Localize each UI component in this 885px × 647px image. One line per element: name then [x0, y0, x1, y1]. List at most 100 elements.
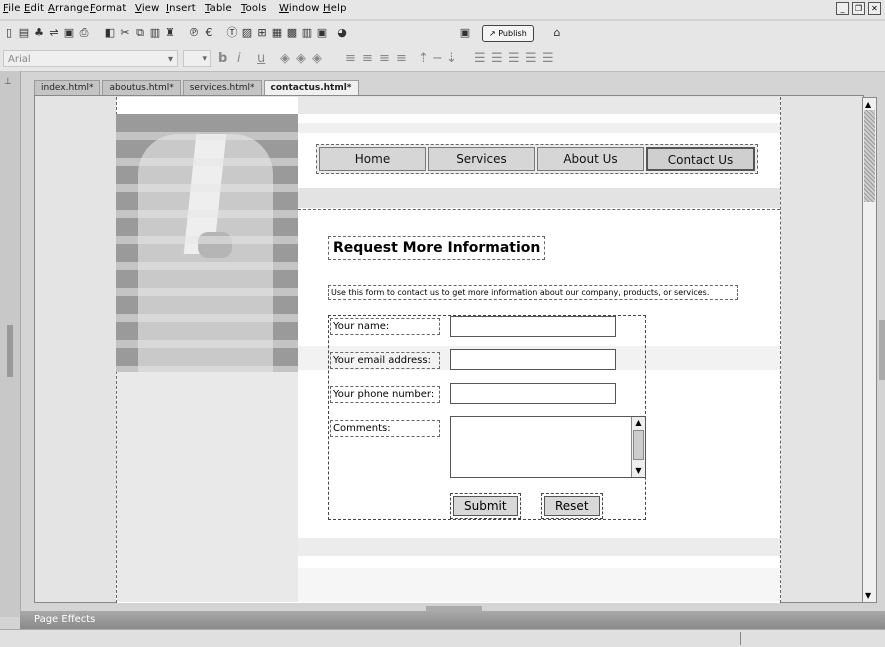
scroll-thumb[interactable]: [864, 110, 875, 202]
menu-window[interactable]: Window: [279, 3, 320, 14]
numbering-icon[interactable]: ☰: [491, 51, 503, 66]
header-band: [298, 188, 780, 208]
page-effects-title: Page Effects: [34, 614, 96, 625]
email-field[interactable]: [450, 349, 616, 370]
tab-contactus[interactable]: contactus.html*: [263, 80, 359, 95]
paste-icon[interactable]: ▥: [148, 26, 162, 40]
menu-file[interactable]: File: [3, 3, 21, 14]
right-panel-grip[interactable]: [879, 320, 885, 380]
textarea-scrollbar[interactable]: ▲ ▼: [631, 417, 645, 477]
highlight-icon[interactable]: ◈: [296, 51, 306, 66]
spell-icon[interactable]: ℗: [187, 26, 201, 40]
menu-format[interactable]: Format: [90, 3, 126, 14]
site-icon[interactable]: ♣: [32, 26, 46, 40]
comments-textarea[interactable]: ▲ ▼: [450, 416, 646, 478]
menu-table[interactable]: Table: [205, 3, 232, 14]
page-effects-panel[interactable]: Page Effects: [20, 611, 885, 629]
scroll-thumb[interactable]: [633, 430, 644, 460]
align-left-icon[interactable]: ≡: [345, 51, 356, 66]
site-settings-icon[interactable]: ▣: [458, 26, 472, 40]
grip-handle[interactable]: [7, 325, 13, 377]
align-center-icon[interactable]: ≡: [362, 51, 373, 66]
chevron-down-icon: ▾: [202, 54, 207, 64]
media-icon[interactable]: ▣: [315, 26, 329, 40]
header-band: [298, 123, 780, 133]
page-top-bar: [298, 97, 780, 114]
nav-contact-us[interactable]: Contact Us: [646, 147, 755, 171]
preview-icon[interactable]: ◕: [335, 26, 349, 40]
reset-button[interactable]: Reset: [544, 496, 600, 516]
menu-edit[interactable]: Edit: [24, 3, 44, 14]
name-field[interactable]: [450, 316, 616, 337]
header-photo: [116, 114, 298, 372]
underline-button[interactable]: u: [257, 51, 265, 66]
tab-index[interactable]: index.html*: [34, 80, 101, 95]
pin-icon[interactable]: ⊥: [4, 77, 12, 87]
nav-bar: Home Services About Us Contact Us: [316, 144, 758, 174]
header-divider: [298, 209, 780, 210]
picture-icon[interactable]: ▨: [240, 26, 254, 40]
chevron-down-icon: ▾: [167, 54, 173, 65]
phone-label: Your phone number:: [330, 386, 440, 403]
delete-icon[interactable]: ♜: [163, 26, 177, 40]
restore-icon[interactable]: ❐: [852, 2, 865, 15]
bullets-icon[interactable]: ☰: [474, 51, 486, 66]
superscript-icon[interactable]: ⇡: [418, 51, 429, 66]
scroll-down-icon[interactable]: ▼: [632, 465, 645, 477]
align-right-icon[interactable]: ≡: [379, 51, 390, 66]
print-icon[interactable]: ⎙: [77, 26, 91, 40]
menu-view[interactable]: View: [135, 3, 160, 14]
menu-arrange[interactable]: Arrange: [48, 3, 89, 14]
nav-about-us[interactable]: About Us: [537, 147, 644, 171]
submit-button[interactable]: Submit: [453, 496, 518, 516]
columns-icon[interactable]: ▥: [300, 26, 314, 40]
italic-button[interactable]: i: [237, 51, 241, 66]
new-page-icon[interactable]: ▯: [2, 26, 16, 40]
menu-insert[interactable]: Insert: [166, 3, 196, 14]
subscript-icon[interactable]: ⇣: [446, 51, 457, 66]
footer-band: [298, 538, 780, 556]
page-heading[interactable]: Request More Information: [328, 236, 546, 260]
format-painter-icon[interactable]: €: [202, 26, 216, 40]
intro-text[interactable]: Use this form to contact us to get more …: [328, 285, 738, 300]
reset-button-frame: Reset: [541, 493, 603, 519]
table-icon[interactable]: ⊞: [255, 26, 269, 40]
menu-tools[interactable]: Tools: [241, 3, 267, 14]
bold-button[interactable]: b: [218, 51, 227, 66]
line-icon[interactable]: −: [432, 51, 443, 66]
scroll-up-icon[interactable]: ▲: [865, 100, 871, 109]
home-icon[interactable]: ⌂: [550, 26, 564, 40]
outdent-icon[interactable]: ☰: [508, 51, 520, 66]
open-icon[interactable]: ▤: [17, 26, 31, 40]
close-icon[interactable]: ✕: [868, 2, 881, 15]
save-icon[interactable]: ▣: [62, 26, 76, 40]
nav-services[interactable]: Services: [428, 147, 535, 171]
menu-help[interactable]: Help: [323, 3, 347, 14]
undo-icon[interactable]: ◧: [103, 26, 117, 40]
minimize-icon[interactable]: _: [836, 2, 849, 15]
text-color-icon[interactable]: ◈: [280, 51, 290, 66]
tab-services[interactable]: services.html*: [182, 80, 262, 95]
name-label: Your name:: [330, 318, 440, 335]
hyperlink-icon[interactable]: ◈: [312, 51, 322, 66]
indent-icon[interactable]: ☰: [525, 51, 537, 66]
layout-icon[interactable]: ▩: [285, 26, 299, 40]
justify-icon[interactable]: ≡: [396, 51, 407, 66]
font-size-select[interactable]: ▾: [183, 50, 211, 67]
publish-button[interactable]: ↗ Publish: [482, 25, 534, 42]
left-panel-grip[interactable]: ⊥: [0, 71, 21, 617]
form-icon[interactable]: ▦: [270, 26, 284, 40]
scroll-up-icon[interactable]: ▲: [632, 417, 645, 429]
link-icon[interactable]: ⇌: [47, 26, 61, 40]
list-style-icon[interactable]: ☰: [542, 51, 554, 66]
phone-field[interactable]: [450, 383, 616, 404]
copy-icon[interactable]: ⧉: [133, 26, 147, 40]
vertical-scrollbar[interactable]: ▲ ▼: [862, 97, 877, 603]
font-select[interactable]: Arial ▾: [3, 50, 178, 67]
status-divider: [740, 632, 741, 645]
tab-aboutus[interactable]: aboutus.html*: [102, 80, 181, 95]
text-box-icon[interactable]: Ⓣ: [225, 26, 239, 40]
nav-home[interactable]: Home: [319, 147, 426, 171]
scroll-down-icon[interactable]: ▼: [865, 591, 871, 600]
cut-icon[interactable]: ✂: [118, 26, 132, 40]
